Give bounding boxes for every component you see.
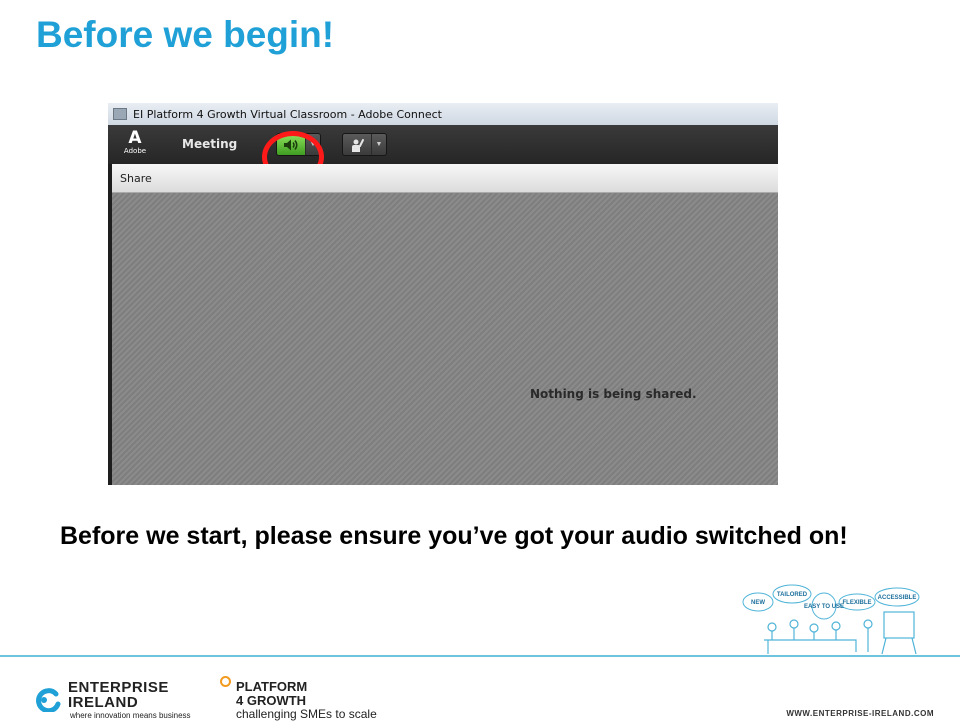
ei-name: ENTERPRISE IRELAND	[68, 680, 169, 710]
bubble-tailored-label: TAILORED	[777, 592, 808, 598]
window-titlebar: EI Platform 4 Growth Virtual Classroom -…	[108, 103, 778, 125]
footer-divider	[0, 655, 960, 657]
meeting-menu[interactable]: Meeting	[182, 137, 237, 151]
p4g-dot-icon	[220, 676, 231, 687]
share-pod-empty-message: Nothing is being shared.	[530, 387, 697, 401]
instruction-text: Before we start, please ensure you’ve go…	[60, 522, 848, 550]
window-title: EI Platform 4 Growth Virtual Classroom -…	[133, 107, 442, 121]
p4g-name-line2: 4 GROWTH	[236, 693, 307, 708]
bubble-flexible-label: FLEXIBLE	[842, 600, 871, 606]
slide-title: Before we begin!	[36, 14, 335, 55]
app-icon	[113, 108, 127, 120]
share-pod-header: Share	[112, 164, 778, 193]
share-pod: Share Nothing is being shared.	[112, 164, 778, 485]
ei-name-line2: IRELAND	[68, 694, 139, 711]
audio-dropdown-chevron-icon[interactable]: ▼	[305, 134, 320, 155]
platform-4-growth-logo: PLATFORM 4 GROWTH challenging SMEs to sc…	[220, 676, 410, 721]
connect-toolbar: A Adobe Meeting ▼ ▼	[108, 125, 778, 164]
audio-button[interactable]: ▼	[276, 133, 321, 156]
enterprise-ireland-logo: ENTERPRISE IRELAND where innovation mean…	[32, 680, 192, 720]
adobe-logo: A Adobe	[122, 129, 148, 155]
enterprise-ireland-swirl-icon	[36, 688, 61, 712]
adobe-connect-screenshot: EI Platform 4 Growth Virtual Classroom -…	[108, 103, 778, 485]
ei-tagline: where innovation means business	[70, 711, 191, 720]
adobe-logo-mark: A	[128, 128, 142, 148]
bubble-new-label: NEW	[751, 600, 765, 606]
p4g-tagline: challenging SMEs to scale	[236, 707, 377, 721]
bubble-easy-to-use-label: EASY TO USE	[804, 604, 844, 610]
classroom-illustration: NEW TAILORED EASY TO USE FLEXIBLE ACCESS…	[742, 584, 920, 655]
status-dropdown-chevron-icon[interactable]: ▼	[371, 134, 386, 155]
bubble-accessible-label: ACCESSIBLE	[878, 595, 917, 601]
adobe-logo-text: Adobe	[123, 147, 147, 155]
p4g-name: PLATFORM 4 GROWTH	[236, 680, 307, 708]
status-button[interactable]: ▼	[342, 133, 387, 156]
ei-name-line1: ENTERPRISE	[68, 679, 169, 696]
speaker-icon	[277, 134, 305, 155]
website-url: WWW.ENTERPRISE-IRELAND.COM	[786, 709, 934, 718]
p4g-name-line1: PLATFORM	[236, 679, 308, 694]
raise-hand-icon	[343, 134, 371, 155]
